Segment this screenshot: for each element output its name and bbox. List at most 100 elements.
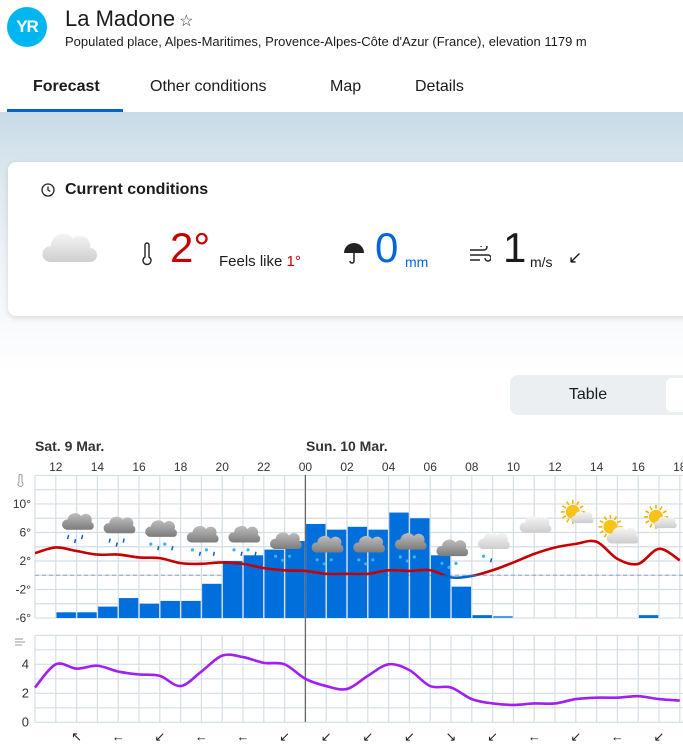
raindrop: [212, 551, 216, 557]
feels-like-value: 1°: [286, 253, 301, 270]
sun-ray: [599, 520, 604, 524]
active-tab-indicator: [7, 109, 123, 112]
hour-tick-label: 16: [632, 460, 646, 474]
wind-direction-arrow: ↙: [154, 729, 165, 744]
precipitation-bar: [389, 512, 409, 618]
tab-map[interactable]: Map: [330, 78, 361, 96]
cloud-shape: [62, 513, 94, 530]
raindrop: [115, 542, 118, 547]
cloud-shape: [228, 525, 261, 543]
raindrop: [240, 551, 243, 557]
cloud-shape: [478, 532, 510, 549]
cloud-icon: [42, 233, 97, 262]
current-temperature: 2°: [170, 224, 211, 271]
hour-tick-label: 20: [216, 460, 230, 474]
view-toggle: Table: [510, 375, 683, 415]
raindrop: [108, 538, 111, 543]
snowflake: [190, 548, 194, 552]
hour-tick-label: 12: [49, 460, 63, 474]
precipitation-bar: [98, 606, 118, 618]
precipitation-bar: [264, 549, 284, 618]
wind-direction-arrow-icon: ↙: [568, 248, 583, 267]
snowflake: [398, 555, 402, 559]
sun-ray: [579, 505, 584, 509]
wind-direction-arrow: ↙: [321, 729, 332, 744]
tab-details[interactable]: Details: [415, 78, 464, 96]
wind-tick-label: 0: [22, 714, 29, 729]
table-view-button[interactable]: Table: [510, 375, 666, 415]
forecast-chart: Sat. 9 Mar. Sun. 10 Mar.12 14 16 18 20 22 00 02 0…: [13, 438, 683, 744]
day-label-sunday: Sun. 10 Mar.: [306, 438, 388, 454]
precipitation-bar: [118, 598, 139, 618]
wind-tick-label: 2: [22, 685, 29, 700]
snowflake: [447, 565, 451, 569]
temperature-tick-label: -2°: [16, 583, 32, 597]
thermometer-icon: [142, 242, 152, 266]
hour-tick-label: 06: [424, 460, 438, 474]
snowflake: [357, 558, 361, 562]
precipitation-bar: [430, 555, 451, 618]
sun-ray: [659, 506, 663, 511]
precipitation-bar: [77, 612, 97, 618]
clock-icon: [41, 183, 55, 197]
precipitation-bar: [181, 600, 201, 618]
sun-ray: [562, 505, 567, 509]
sun-ray: [645, 510, 650, 514]
snowflake: [371, 558, 375, 562]
sleet-weather-icon: [186, 525, 219, 557]
raindrop: [171, 545, 174, 551]
precipitation-bar: [451, 586, 472, 618]
raindrop: [122, 538, 125, 543]
raindrop: [254, 551, 257, 557]
precipitation-bar: [285, 541, 305, 618]
partly-cloudy-weather-icon: [598, 514, 639, 544]
location-name: La Madone: [65, 6, 176, 31]
snowflake: [364, 562, 368, 566]
umbrella-icon: [344, 243, 364, 264]
snowflake: [405, 559, 409, 563]
yr-logo[interactable]: YR: [7, 7, 47, 47]
sleet-weather-icon: [145, 520, 177, 551]
wind-axis-icon: [15, 638, 25, 646]
temperature-tick-label: 2°: [20, 554, 32, 568]
precipitation-bar: [160, 600, 180, 618]
raindrop: [489, 558, 493, 563]
sun-ray: [562, 515, 567, 519]
day-label-saturday: Sat. 9 Mar.: [35, 438, 104, 454]
snowflake: [482, 554, 486, 558]
wind-direction-arrow: ↖: [71, 729, 82, 744]
precipitation-bar: [139, 603, 160, 618]
snowflake: [454, 561, 458, 565]
sun-ray: [603, 516, 608, 521]
precipitation-bar: [222, 561, 243, 618]
feels-like: Feels like 1°: [219, 253, 301, 270]
star-outline-icon[interactable]: ☆: [179, 13, 193, 30]
tab-forecast[interactable]: Forecast: [33, 78, 100, 96]
cloud-shape: [186, 525, 219, 543]
temperature-tick-label: 6°: [20, 525, 32, 539]
snowflake: [315, 558, 319, 562]
sun-ray: [662, 510, 667, 514]
raindrop: [66, 534, 70, 540]
snowflake: [440, 561, 444, 565]
cloud-shape: [145, 520, 177, 537]
graph-view-button[interactable]: [666, 378, 683, 412]
wind-direction-arrow: ↙: [404, 729, 415, 744]
precipitation-bar: [410, 518, 430, 618]
raindrop: [80, 534, 84, 540]
wind-unit: m/s: [530, 254, 553, 270]
rain-weather-icon: [103, 516, 136, 547]
current-precipitation: 0: [375, 224, 399, 271]
hour-tick-label: 18: [174, 460, 188, 474]
wind-direction-arrow: ↙: [362, 729, 373, 744]
snowflake: [281, 558, 285, 562]
hour-tick-label: 02: [340, 460, 354, 474]
thermometer-axis-icon: [17, 474, 24, 487]
sun-ray: [566, 518, 570, 523]
snowflake: [274, 554, 278, 558]
snow-weather-icon: [436, 539, 469, 569]
partly-sunny-weather-icon: [644, 504, 677, 529]
precip-unit: mm: [405, 254, 429, 270]
tab-other-conditions[interactable]: Other conditions: [150, 78, 267, 96]
cloud-shape: [270, 532, 302, 549]
